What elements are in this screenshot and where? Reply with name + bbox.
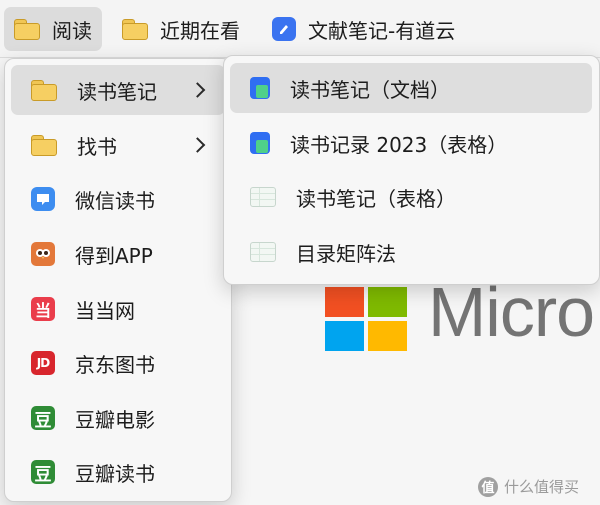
- wechat-reading-icon: [31, 187, 55, 211]
- doc-icon: [250, 77, 270, 99]
- menu-item-label: 豆瓣电影: [75, 407, 155, 432]
- watermark: 值 什么值得买: [478, 476, 579, 497]
- menu-item-wechat-reading[interactable]: 微信读书: [11, 174, 225, 224]
- smzdm-logo-icon: 值: [478, 476, 498, 497]
- jd-icon: JD: [31, 351, 55, 375]
- menu-item-label: 当当网: [75, 298, 135, 323]
- menu-item-jd-books[interactable]: JD 京东图书: [11, 338, 225, 388]
- menu-item-douban-movie[interactable]: 豆 豆瓣电影: [11, 393, 225, 443]
- menu-item-label: 豆瓣读书: [75, 461, 155, 486]
- bookmark-folder-recent[interactable]: 近期在看: [122, 7, 240, 51]
- douban-icon: 豆: [31, 406, 55, 431]
- menu-item-dedao[interactable]: 得到APP: [11, 229, 225, 279]
- dangdang-icon: 当: [31, 297, 55, 321]
- submenu-item-notes-doc[interactable]: 读书笔记（文档）: [230, 63, 592, 113]
- menu-item-label: 目录矩阵法: [296, 241, 396, 266]
- bookmark-folder-reading[interactable]: 阅读: [4, 7, 102, 51]
- menu-item-label: 读书笔记（文档）: [290, 77, 450, 102]
- douban-icon: 豆: [31, 460, 55, 485]
- microsoft-logo-icon: [325, 287, 407, 351]
- chevron-right-icon: [189, 137, 206, 153]
- menu-item-label: 京东图书: [75, 352, 155, 377]
- menu-item-label: 读书笔记: [77, 79, 157, 104]
- submenu-item-notes-sheet[interactable]: 读书笔记（表格）: [230, 172, 592, 222]
- folder-icon: [31, 79, 57, 101]
- reading-folder-menu: 读书笔记 找书 微信读书 得到APP 当 当当网 JD 京东图书 豆 豆瓣电影: [4, 58, 232, 502]
- menu-item-label: 微信读书: [75, 188, 155, 213]
- menu-item-label: 读书笔记（表格）: [296, 186, 456, 211]
- menu-item-reading-notes[interactable]: 读书笔记: [11, 65, 225, 115]
- dedao-owl-icon: [31, 242, 55, 266]
- menu-item-find-books[interactable]: 找书: [11, 120, 225, 170]
- folder-icon: [122, 18, 148, 40]
- bookmark-label: 阅读: [52, 18, 92, 43]
- sheet-icon: [250, 242, 276, 262]
- menu-item-label: 得到APP: [75, 243, 153, 268]
- folder-icon: [31, 134, 57, 156]
- submenu-item-reading-log-2023[interactable]: 读书记录 2023（表格）: [230, 118, 592, 168]
- bookmark-label: 近期在看: [160, 18, 240, 43]
- watermark-text: 什么值得买: [504, 478, 580, 496]
- bookmark-youdao-notes[interactable]: 文献笔记-有道云: [272, 7, 455, 51]
- bookmark-bar: 阅读 近期在看 文献笔记-有道云: [0, 0, 600, 58]
- chevron-right-icon: [189, 82, 206, 98]
- youdao-note-icon: [272, 17, 296, 41]
- reading-notes-submenu: 读书笔记（文档） 读书记录 2023（表格） 读书笔记（表格） 目录矩阵法: [223, 55, 600, 285]
- menu-item-label: 读书记录 2023（表格）: [290, 132, 508, 157]
- folder-icon: [14, 18, 40, 40]
- menu-item-douban-books[interactable]: 豆 豆瓣读书: [11, 447, 225, 497]
- doc-icon: [250, 132, 270, 154]
- menu-item-dangdang[interactable]: 当 当当网: [11, 284, 225, 334]
- sheet-icon: [250, 187, 276, 207]
- bookmark-label: 文献笔记-有道云: [308, 18, 456, 43]
- menu-item-label: 找书: [77, 134, 117, 159]
- submenu-item-toc-matrix[interactable]: 目录矩阵法: [230, 227, 592, 277]
